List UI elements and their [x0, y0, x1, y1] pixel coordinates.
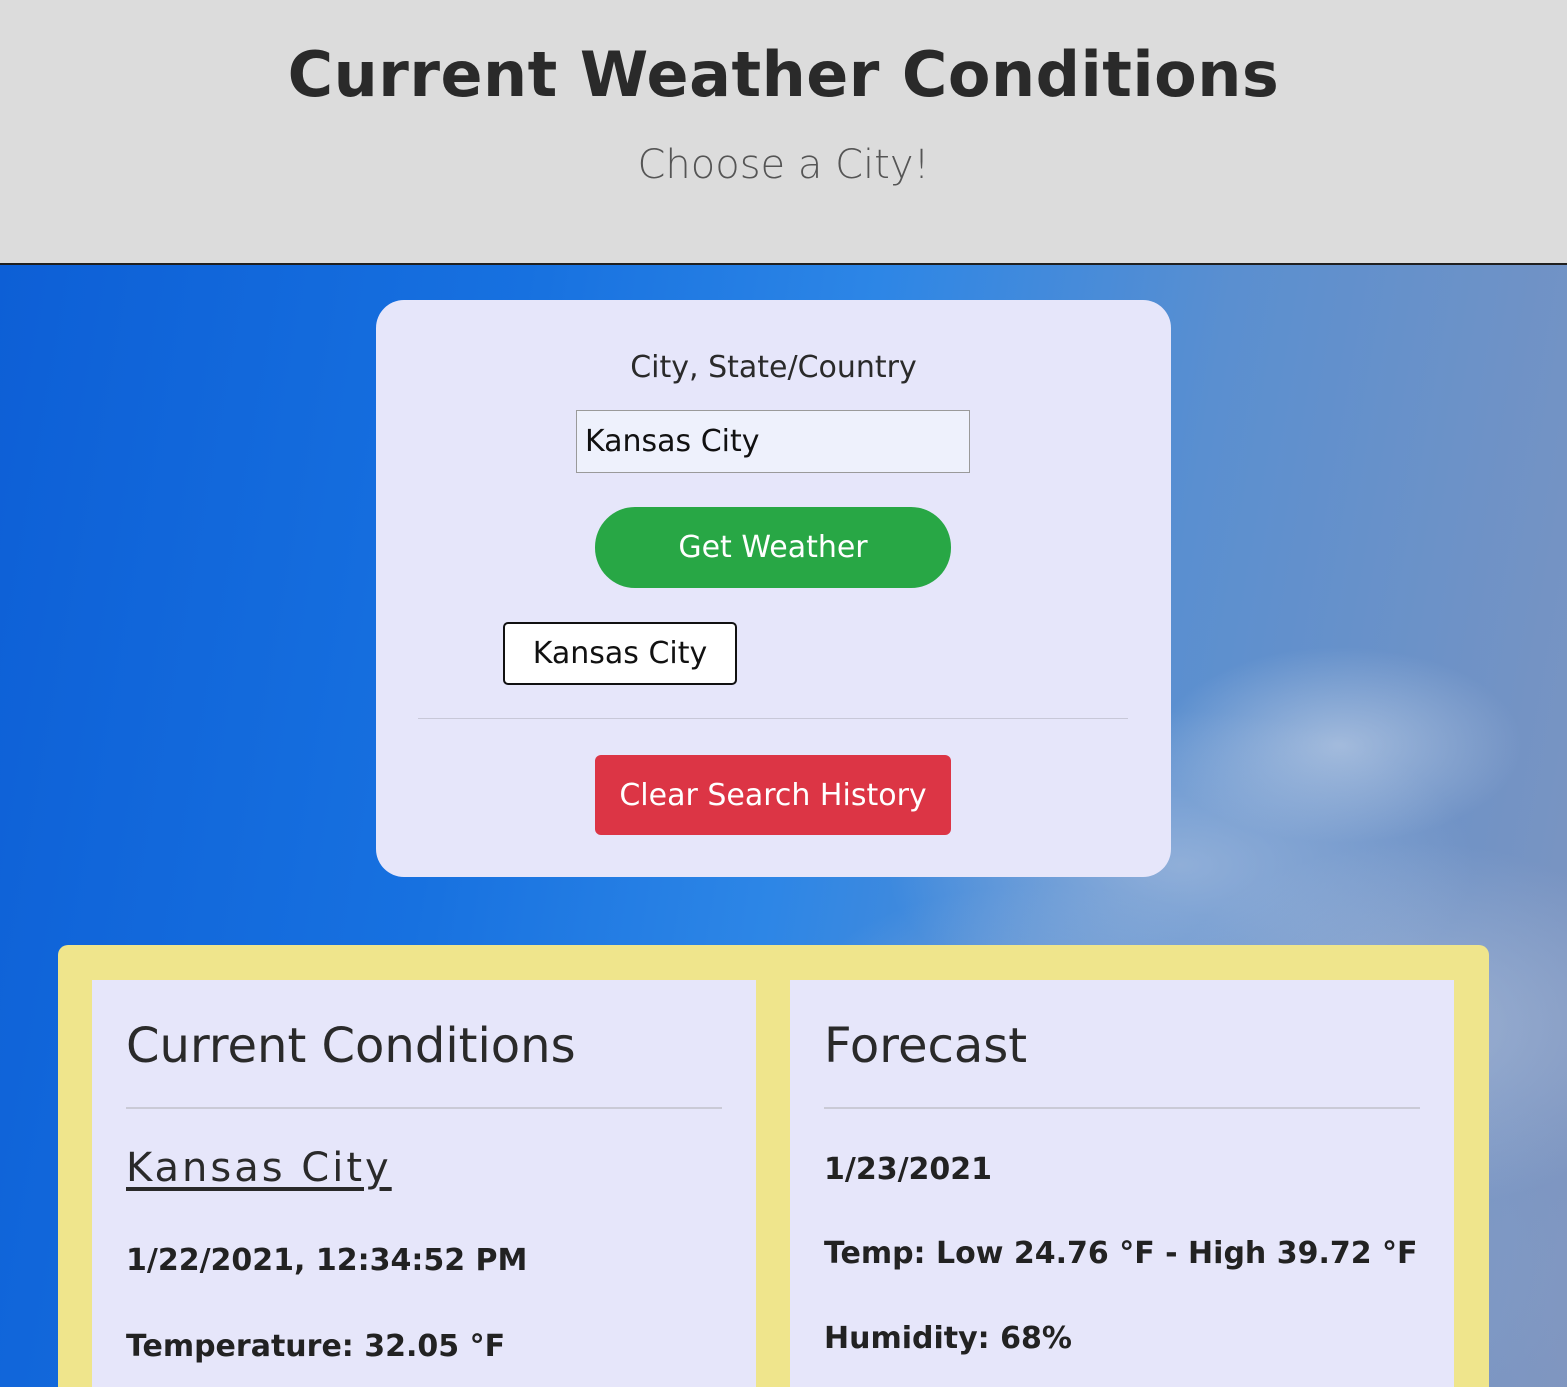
forecast-date: 1/23/2021 — [824, 1152, 993, 1187]
page-header: Current Weather Conditions Choose a City… — [0, 0, 1567, 265]
get-weather-button[interactable]: Get Weather — [595, 507, 951, 588]
page-subtitle: Choose a City! — [637, 142, 930, 188]
current-datetime: 1/22/2021, 12:34:52 PM — [126, 1243, 528, 1278]
search-card-divider — [418, 718, 1128, 719]
forecast-humidity: Humidity: 68% — [824, 1321, 1072, 1356]
current-conditions-divider — [126, 1107, 722, 1109]
forecast-divider — [824, 1107, 1420, 1109]
current-conditions-title: Current Conditions — [126, 1018, 576, 1074]
current-city-link[interactable]: Kansas City — [126, 1145, 392, 1191]
search-history-item[interactable]: Kansas City — [503, 622, 737, 685]
forecast-temp: Temp: Low 24.76 °F - High 39.72 °F — [824, 1236, 1418, 1271]
page-title: Current Weather Conditions — [287, 38, 1280, 111]
city-input-label: City, State/Country — [630, 350, 917, 385]
forecast-title: Forecast — [824, 1018, 1028, 1074]
current-temperature: Temperature: 32.05 °F — [126, 1329, 506, 1364]
clear-history-button[interactable]: Clear Search History — [595, 755, 951, 835]
city-search-input[interactable] — [576, 410, 970, 473]
